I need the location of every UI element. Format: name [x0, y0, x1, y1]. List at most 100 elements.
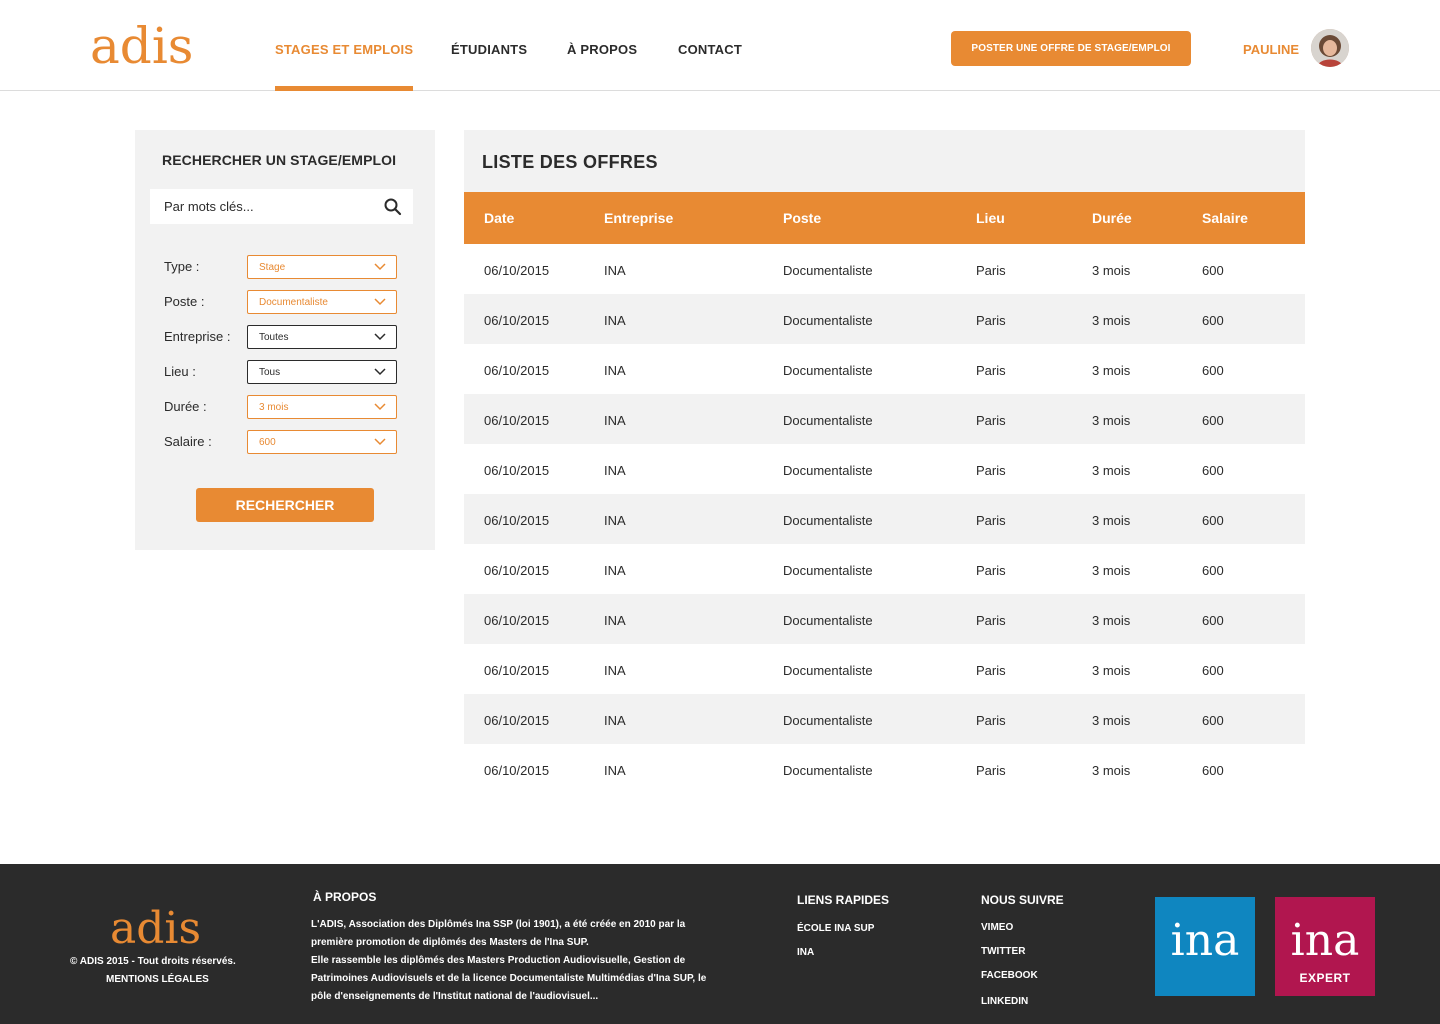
select-salaire-value: 600	[259, 437, 276, 448]
column-header-salaire[interactable]: Salaire	[1202, 210, 1248, 226]
select-type[interactable]: Stage	[247, 255, 397, 279]
table-row[interactable]: 06/10/2015 INA Documentaliste Paris 3 mois 60…	[464, 294, 1305, 344]
column-header-poste[interactable]: Poste	[783, 210, 821, 226]
select-lieu-value: Tous	[259, 367, 281, 378]
footer-follow-title: NOUS SUIVRE	[981, 893, 1064, 907]
table-row[interactable]: 06/10/2015 INA Documentaliste Paris 3 mois 60…	[464, 444, 1305, 494]
cell-duree: 3 mois	[1092, 263, 1131, 278]
search-placeholder: Par mots clés...	[164, 199, 254, 214]
table-row[interactable]: 06/10/2015 INA Documentaliste Paris 3 mois 60…	[464, 544, 1305, 594]
column-header-duree[interactable]: Durée	[1092, 210, 1132, 226]
ina-expert-logo-text: ina	[1290, 915, 1360, 966]
select-duree[interactable]: 3 mois	[247, 395, 397, 419]
search-panel-title: RECHERCHER UN STAGE/EMPLOI	[162, 152, 397, 168]
cell-date: 06/10/2015	[484, 763, 550, 778]
cell-duree: 3 mois	[1092, 763, 1131, 778]
nav-etudiants[interactable]: ÉTUDIANTS	[451, 0, 527, 90]
site-header: adis STAGES ET EMPLOIS ÉTUDIANTS À PROPO…	[0, 0, 1440, 91]
nav-a-propos[interactable]: À PROPOS	[567, 0, 637, 90]
ina-expert-logo[interactable]: ina EXPERT	[1275, 897, 1375, 996]
avatar[interactable]	[1311, 29, 1349, 67]
site-logo[interactable]: adis	[90, 16, 193, 76]
cell-lieu: Paris	[976, 313, 1006, 328]
cell-duree: 3 mois	[1092, 563, 1131, 578]
cell-poste: Documentaliste	[783, 613, 873, 628]
cell-salaire: 600	[1202, 413, 1224, 428]
filter-label-entreprise: Entreprise :	[164, 329, 231, 344]
cell-lieu: Paris	[976, 763, 1006, 778]
nav-contact[interactable]: CONTACT	[678, 0, 742, 90]
column-header-date[interactable]: Date	[484, 210, 514, 226]
select-duree-value: 3 mois	[259, 402, 289, 413]
user-name[interactable]: PAULINE	[1243, 42, 1299, 57]
footer-about-paragraph-1: L'ADIS, Association des Diplômés Ina SSP…	[311, 919, 686, 948]
quick-link-ina[interactable]: INA	[797, 947, 814, 958]
chevron-down-icon	[374, 333, 386, 341]
cell-date: 06/10/2015	[484, 263, 550, 278]
follow-link-twitter[interactable]: TWITTER	[981, 946, 1025, 957]
table-row[interactable]: 06/10/2015 INA Documentaliste Paris 3 mois 60…	[464, 744, 1305, 794]
select-salaire[interactable]: 600	[247, 430, 397, 454]
table-row[interactable]: 06/10/2015 INA Documentaliste Paris 3 mois 60…	[464, 344, 1305, 394]
cell-lieu: Paris	[976, 263, 1006, 278]
follow-link-linkedin[interactable]: LINKEDIN	[981, 996, 1028, 1007]
cell-entreprise: INA	[604, 663, 626, 678]
cell-date: 06/10/2015	[484, 413, 550, 428]
table-row[interactable]: 06/10/2015 INA Documentaliste Paris 3 mois 60…	[464, 594, 1305, 644]
quick-link-ecole-ina-sup[interactable]: ÉCOLE INA SUP	[797, 923, 874, 934]
cell-date: 06/10/2015	[484, 363, 550, 378]
nav-stages-emplois[interactable]: STAGES ET EMPLOIS	[275, 0, 414, 91]
cell-salaire: 600	[1202, 613, 1224, 628]
table-row[interactable]: 06/10/2015 INA Documentaliste Paris 3 mois 60…	[464, 244, 1305, 294]
cell-salaire: 600	[1202, 663, 1224, 678]
select-lieu[interactable]: Tous	[247, 360, 397, 384]
cell-salaire: 600	[1202, 513, 1224, 528]
filter-label-poste: Poste :	[164, 294, 205, 309]
cell-date: 06/10/2015	[484, 313, 550, 328]
footer-about-title: À PROPOS	[313, 890, 377, 904]
chevron-down-icon	[374, 263, 386, 271]
cell-date: 06/10/2015	[484, 713, 550, 728]
cell-duree: 3 mois	[1092, 463, 1131, 478]
table-row[interactable]: 06/10/2015 INA Documentaliste Paris 3 mois 60…	[464, 694, 1305, 744]
cell-lieu: Paris	[976, 613, 1006, 628]
follow-link-vimeo[interactable]: VIMEO	[981, 922, 1013, 933]
search-input[interactable]: Par mots clés...	[150, 189, 413, 224]
chevron-down-icon	[374, 368, 386, 376]
follow-link-facebook[interactable]: FACEBOOK	[981, 970, 1038, 981]
cell-poste: Documentaliste	[783, 413, 873, 428]
select-entreprise[interactable]: Toutes	[247, 325, 397, 349]
column-header-lieu[interactable]: Lieu	[976, 210, 1005, 226]
post-offer-button[interactable]: POSTER UNE OFFRE DE STAGE/EMPLOI	[951, 31, 1191, 66]
cell-lieu: Paris	[976, 413, 1006, 428]
search-button[interactable]: RECHERCHER	[196, 488, 374, 522]
cell-poste: Documentaliste	[783, 513, 873, 528]
column-header-entreprise[interactable]: Entreprise	[604, 210, 673, 226]
cell-salaire: 600	[1202, 313, 1224, 328]
select-poste[interactable]: Documentaliste	[247, 290, 397, 314]
offers-list: LISTE DES OFFRES Date Entreprise Poste L…	[464, 130, 1305, 794]
table-body: 06/10/2015 INA Documentaliste Paris 3 mois 60…	[464, 244, 1305, 794]
footer-logo[interactable]: adis	[110, 904, 201, 954]
cell-lieu: Paris	[976, 363, 1006, 378]
copyright-text: © ADIS 2015 - Tout droits réservés.	[70, 956, 236, 967]
cell-duree: 3 mois	[1092, 413, 1131, 428]
table-row[interactable]: 06/10/2015 INA Documentaliste Paris 3 mois 60…	[464, 644, 1305, 694]
cell-entreprise: INA	[604, 313, 626, 328]
cell-entreprise: INA	[604, 763, 626, 778]
footer-about-paragraph-2: Elle rassemble les diplômés des Masters …	[311, 955, 707, 1002]
cell-lieu: Paris	[976, 663, 1006, 678]
cell-entreprise: INA	[604, 713, 626, 728]
search-icon[interactable]	[383, 197, 403, 217]
ina-logo[interactable]: ina	[1155, 897, 1255, 996]
table-row[interactable]: 06/10/2015 INA Documentaliste Paris 3 mois 60…	[464, 394, 1305, 444]
table-row[interactable]: 06/10/2015 INA Documentaliste Paris 3 mois 60…	[464, 494, 1305, 544]
cell-poste: Documentaliste	[783, 463, 873, 478]
legal-link[interactable]: MENTIONS LÉGALES	[106, 974, 209, 985]
cell-poste: Documentaliste	[783, 313, 873, 328]
cell-duree: 3 mois	[1092, 363, 1131, 378]
offers-list-title: LISTE DES OFFRES	[482, 152, 658, 172]
filter-label-lieu: Lieu :	[164, 364, 196, 379]
filter-label-duree: Durée :	[164, 399, 207, 414]
cell-salaire: 600	[1202, 713, 1224, 728]
